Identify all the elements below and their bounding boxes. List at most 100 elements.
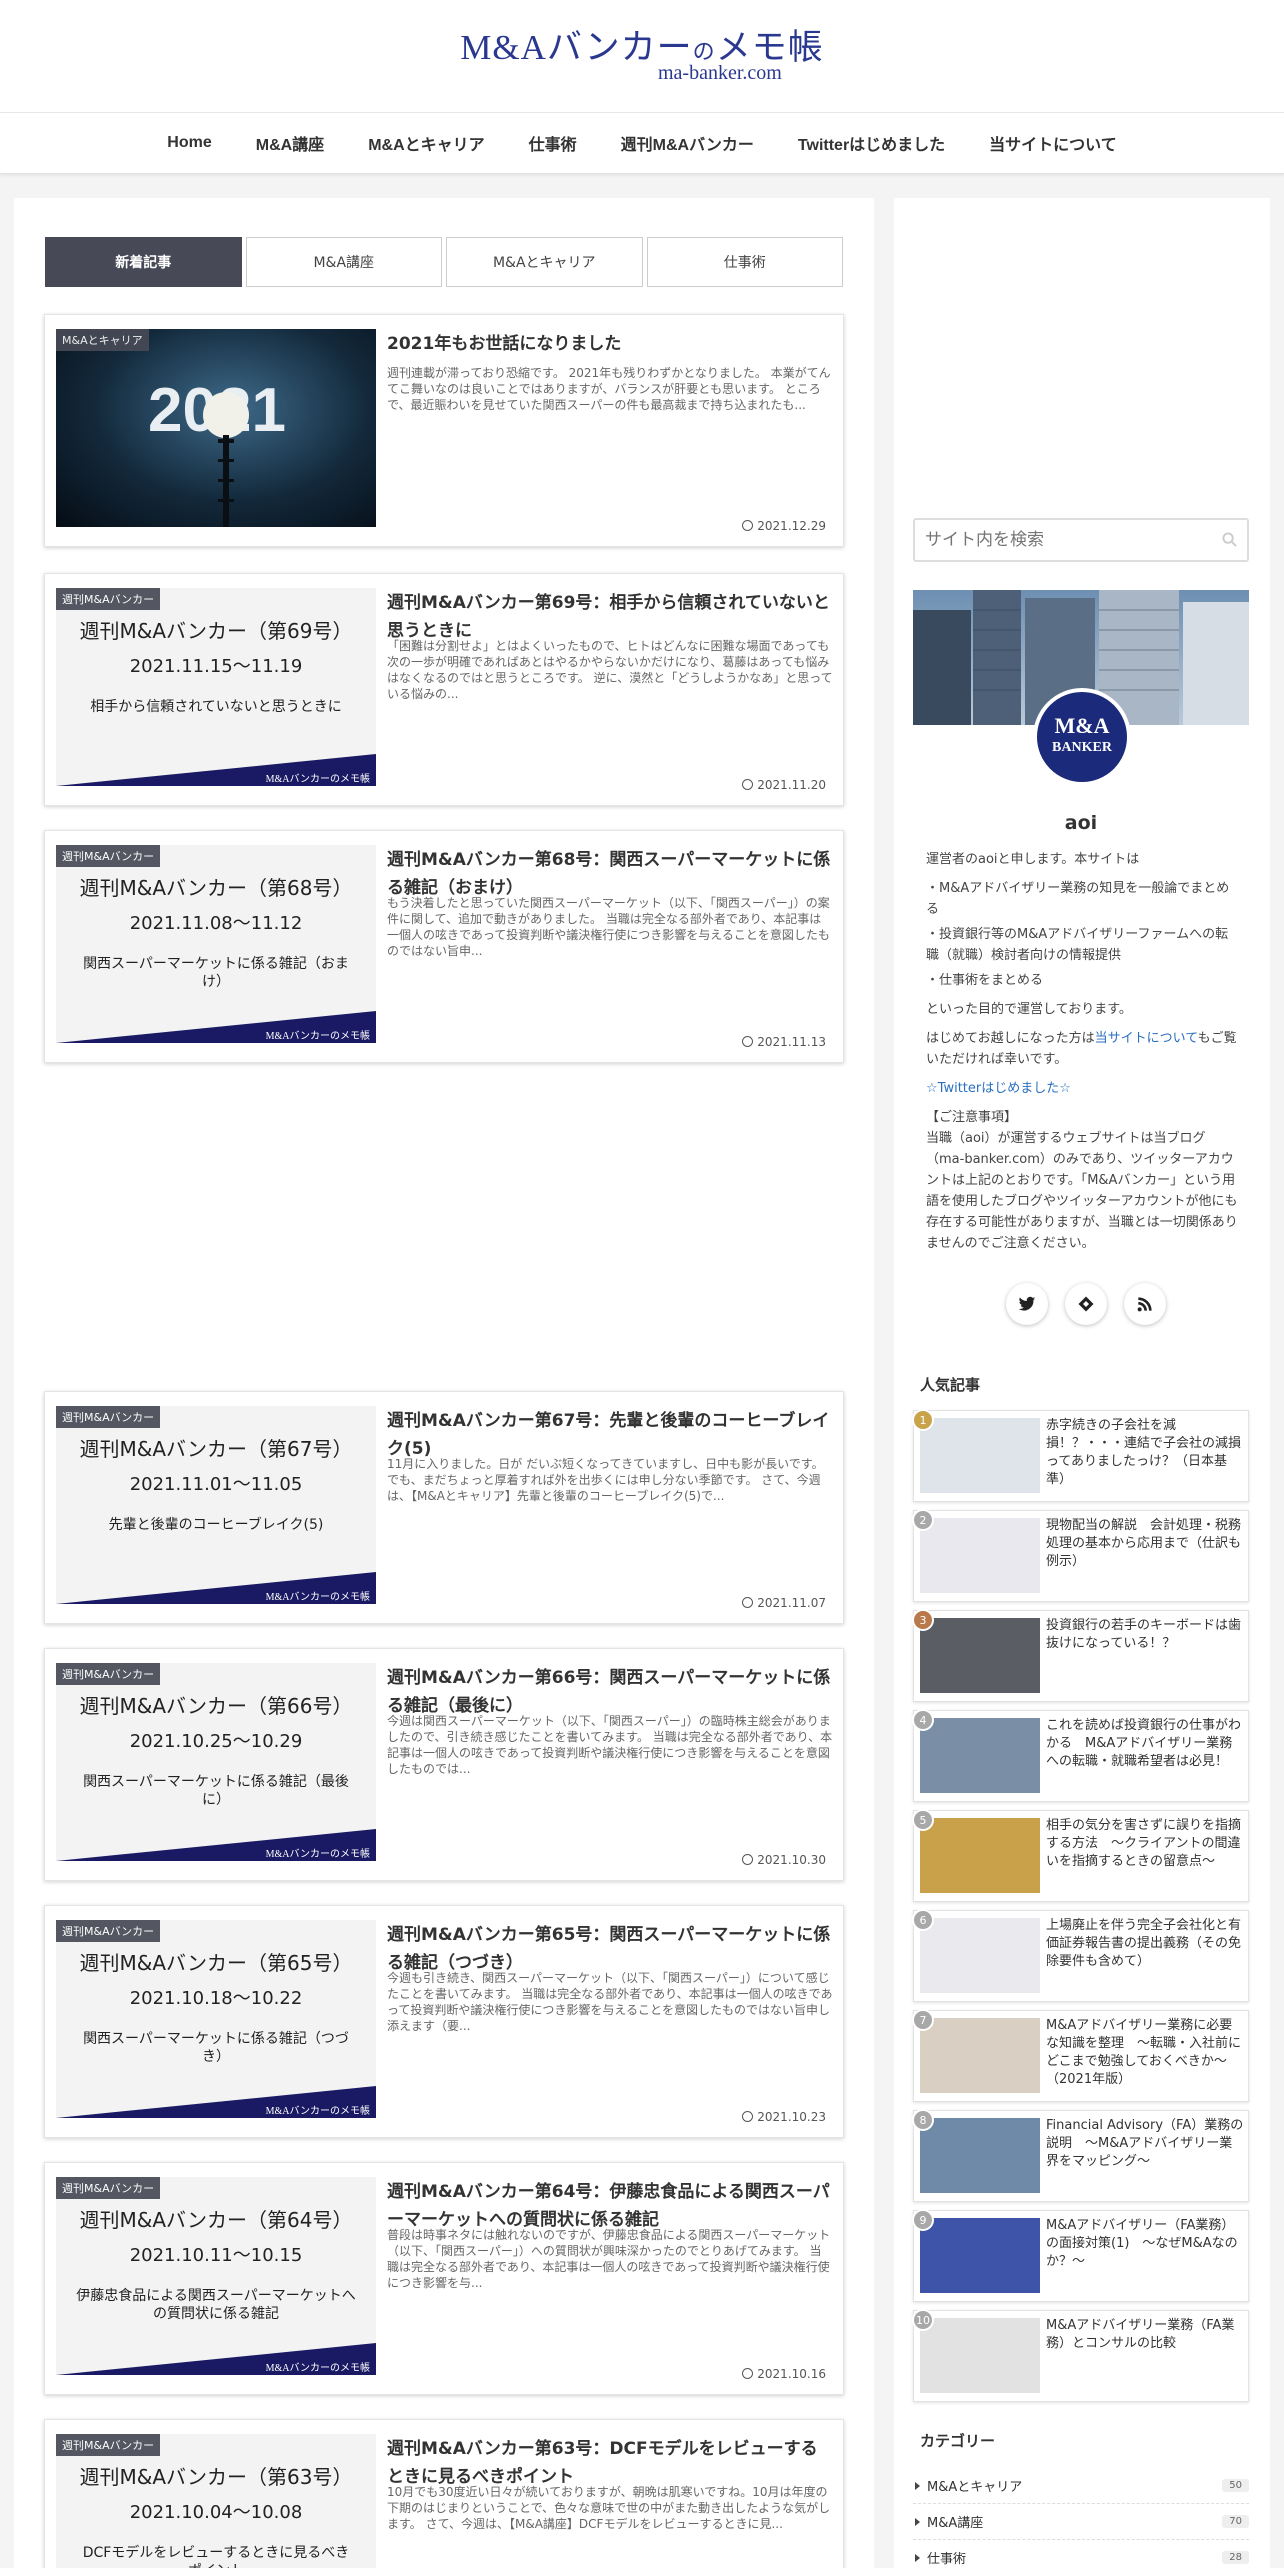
- feedly-button[interactable]: [1065, 1283, 1107, 1325]
- categories-title: カテゴリー: [920, 2432, 996, 2450]
- post-card[interactable]: 週刊M&Aバンカー 週刊M&Aバンカー（第64号） 2021.10.11～10.15…: [44, 2162, 844, 2395]
- category-label: M&Aとキャリア: [56, 329, 149, 351]
- author-name: aoi: [1064, 812, 1098, 834]
- popular-title-text[interactable]: M&Aアドバイザリー（FA業務）の面接対策(1) 〜なぜM&Aなのか？〜: [1046, 2217, 1244, 2271]
- post-thumbnail[interactable]: M&Aとキャリア 2021: [56, 329, 376, 527]
- post-title[interactable]: 週刊M&Aバンカー第63号：DCFモデルをレビューするときに見るべきポイント: [387, 2435, 833, 2491]
- post-title[interactable]: 週刊M&Aバンカー第68号：関西スーパーマーケットに係る雑記（おまけ）: [387, 846, 833, 902]
- nav-twitter[interactable]: Twitterはじめました: [776, 131, 967, 155]
- search-input[interactable]: [915, 520, 1195, 560]
- twitter-icon: [1018, 1296, 1036, 1311]
- post-title[interactable]: 週刊M&Aバンカー第64号：伊藤忠食品による関西スーパーマーケットへの質問状に係…: [387, 2178, 833, 2234]
- popular-item[interactable]: 5 相手の気分を害さずに誤りを指摘する方法 〜クライアントの間違いを指摘するときの…: [912, 1809, 1249, 1902]
- popular-title: 人気記事: [920, 1376, 981, 1394]
- popular-thumbnail[interactable]: [920, 1718, 1040, 1793]
- post-card[interactable]: 週刊M&Aバンカー 週刊M&Aバンカー（第65号） 2021.10.18～10.22…: [44, 1905, 844, 2138]
- thumb-topic: 伊藤忠食品による関西スーパーマーケットへの質問状に係る雑記: [76, 2288, 356, 2322]
- popular-thumbnail[interactable]: [920, 2318, 1040, 2393]
- post-thumbnail[interactable]: 週刊M&Aバンカー 週刊M&Aバンカー（第64号） 2021.10.11～10.15…: [56, 2177, 376, 2375]
- post-card[interactable]: 週刊M&Aバンカー 週刊M&Aバンカー（第69号） 2021.11.15～11.19…: [44, 573, 844, 806]
- popular-item[interactable]: 8 Financial Advisory（FA）業務の説明 〜M&Aアドバイザリー…: [912, 2109, 1249, 2202]
- post-title[interactable]: 週刊M&Aバンカー第66号：関西スーパーマーケットに係る雑記（最後に）: [387, 1664, 833, 1720]
- nav-weekly[interactable]: 週刊M&Aバンカー: [599, 131, 776, 155]
- post-thumbnail[interactable]: 週刊M&Aバンカー 週刊M&Aバンカー（第65号） 2021.10.18～10.22…: [56, 1920, 376, 2118]
- thumb-brand: M&Aバンカーのメモ帳: [265, 1849, 370, 1860]
- nav-home[interactable]: Home: [145, 134, 233, 152]
- popular-thumbnail[interactable]: [920, 1518, 1040, 1593]
- thumb-brand: M&Aバンカーのメモ帳: [265, 1592, 370, 1603]
- rss-button[interactable]: [1124, 1283, 1166, 1325]
- site-logo[interactable]: M&Aバンカーのメモ帳 ma-banker.com: [0, 26, 1284, 84]
- post-excerpt: 10月でも30度近い日々が続いておりますが、朝晩は肌寒いですね。10月は年度の下…: [387, 2485, 831, 2531]
- nav-ma-course[interactable]: M&A講座: [234, 131, 346, 155]
- thumb-brand: M&Aバンカーのメモ帳: [265, 2106, 370, 2117]
- category-label: 週刊M&Aバンカー: [56, 2434, 161, 2456]
- post-card[interactable]: 週刊M&Aバンカー 週刊M&Aバンカー（第63号） 2021.10.04～10.08…: [44, 2419, 844, 2568]
- popular-title-text[interactable]: M&Aアドバイザリー業務に必要な知識を整理 〜転職・入社前にどこまで勉強しておく…: [1046, 2017, 1244, 2089]
- thumb-brand: M&Aバンカーのメモ帳: [265, 2363, 370, 2374]
- tab-work-tips[interactable]: 仕事術: [646, 237, 843, 287]
- category-label: 週刊M&Aバンカー: [56, 1920, 161, 1942]
- post-title[interactable]: 週刊M&Aバンカー第65号：関西スーパーマーケットに係る雑記（つづき）: [387, 1921, 833, 1977]
- popular-title-text[interactable]: Financial Advisory（FA）業務の説明 〜M&Aアドバイザリー業…: [1046, 2117, 1244, 2171]
- rank-badge: 9: [912, 2209, 934, 2231]
- post-title[interactable]: 週刊M&Aバンカー第69号：相手から信頼されていないと思うときに: [387, 589, 833, 645]
- post-title[interactable]: 2021年もお世話になりました: [387, 330, 833, 358]
- category-item[interactable]: 仕事術 28: [913, 2540, 1249, 2568]
- twitter-button[interactable]: [1006, 1283, 1048, 1325]
- popular-title-text[interactable]: M&Aアドバイザリー業務（FA業務）とコンサルの比較: [1046, 2317, 1244, 2353]
- tab-ma-course[interactable]: M&A講座: [245, 237, 442, 287]
- post-thumbnail[interactable]: 週刊M&Aバンカー 週刊M&Aバンカー（第63号） 2021.10.04～10.08…: [56, 2434, 376, 2568]
- popular-title-text[interactable]: 赤字続きの子会社を減損！？・・・連結で子会社の減損ってありましたっけ？（日本基準…: [1046, 1417, 1244, 1489]
- rank-badge: 6: [912, 1909, 934, 1931]
- popular-thumbnail[interactable]: [920, 2218, 1040, 2293]
- popular-thumbnail[interactable]: [920, 1918, 1040, 1993]
- popular-item[interactable]: 10 M&Aアドバイザリー業務（FA業務）とコンサルの比較: [912, 2309, 1249, 2402]
- rank-badge: 3: [912, 1609, 934, 1631]
- popular-thumbnail[interactable]: [920, 2018, 1040, 2093]
- category-item[interactable]: M&A講座 70: [913, 2504, 1249, 2540]
- twitter-link[interactable]: ☆Twitterはじめました☆: [926, 1078, 1241, 1099]
- popular-thumbnail[interactable]: [920, 2118, 1040, 2193]
- nav-about[interactable]: 当サイトについて: [967, 131, 1139, 155]
- popular-item[interactable]: 1 赤字続きの子会社を減損！？・・・連結で子会社の減損ってありましたっけ？（日本基…: [912, 1409, 1249, 1502]
- post-thumbnail[interactable]: 週刊M&Aバンカー 週刊M&Aバンカー（第67号） 2021.11.01～11.05…: [56, 1406, 376, 1604]
- popular-thumbnail[interactable]: [920, 1618, 1040, 1693]
- about-link[interactable]: 当サイトについて: [1095, 1031, 1198, 1046]
- post-excerpt: 11月に入りました。日が だいぶ短くなってきていますし、日中も影が長いです。 で…: [387, 1457, 824, 1503]
- popular-thumbnail[interactable]: [920, 1418, 1040, 1493]
- post-thumbnail[interactable]: 週刊M&Aバンカー 週刊M&Aバンカー（第68号） 2021.11.08～11.12…: [56, 845, 376, 1043]
- popular-item[interactable]: 3 投資銀行の若手のキーボードは歯抜けになっている！？: [912, 1609, 1249, 1702]
- popular-title-text[interactable]: これを読めば投資銀行の仕事がわかる M&Aアドバイザリー業務への転職・就職希望者…: [1046, 1717, 1244, 1771]
- search-box: [913, 518, 1249, 562]
- post-date: 2021.10.23: [742, 2110, 826, 2124]
- author-bio: 運営者のaoiと申します。本サイトは ・M&Aアドバイザリー業務の知見を一般論で…: [926, 849, 1241, 1262]
- post-card[interactable]: M&Aとキャリア 2021 2021年もお世話になりました 週刊連載が滞っており…: [44, 314, 844, 547]
- popular-thumbnail[interactable]: [920, 1818, 1040, 1893]
- post-date: 2021.11.07: [742, 1596, 826, 1610]
- rank-badge: 1: [912, 1409, 934, 1431]
- popular-item[interactable]: 6 上場廃止を伴う完全子会社化と有価証券報告書の提出義務（その免除要件も含めて）: [912, 1909, 1249, 2002]
- post-card[interactable]: 週刊M&Aバンカー 週刊M&Aバンカー（第68号） 2021.11.08～11.12…: [44, 830, 844, 1063]
- popular-item[interactable]: 4 これを読めば投資銀行の仕事がわかる M&Aアドバイザリー業務への転職・就職希望…: [912, 1709, 1249, 1802]
- popular-item[interactable]: 9 M&Aアドバイザリー（FA業務）の面接対策(1) 〜なぜM&Aなのか？〜: [912, 2209, 1249, 2302]
- search-icon[interactable]: [1222, 532, 1237, 547]
- popular-title-text[interactable]: 相手の気分を害さずに誤りを指摘する方法 〜クライアントの間違いを指摘するときの留…: [1046, 1817, 1244, 1871]
- post-thumbnail[interactable]: 週刊M&Aバンカー 週刊M&Aバンカー（第69号） 2021.11.15～11.19…: [56, 588, 376, 786]
- tab-new[interactable]: 新着記事: [45, 237, 242, 287]
- category-item[interactable]: M&Aとキャリア 50: [913, 2468, 1249, 2504]
- popular-title-text[interactable]: 現物配当の解説 会計処理・税務処理の基本から応用まで（仕訳も例示）: [1046, 1517, 1244, 1571]
- post-card[interactable]: 週刊M&Aバンカー 週刊M&Aバンカー（第67号） 2021.11.01～11.05…: [44, 1391, 844, 1624]
- post-card[interactable]: 週刊M&Aバンカー 週刊M&Aバンカー（第66号） 2021.10.25～10.29…: [44, 1648, 844, 1881]
- nav-work-tips[interactable]: 仕事術: [507, 131, 599, 155]
- popular-item[interactable]: 2 現物配当の解説 会計処理・税務処理の基本から応用まで（仕訳も例示）: [912, 1509, 1249, 1602]
- nav-ma-career[interactable]: M&Aとキャリア: [346, 131, 506, 155]
- category-label: 週刊M&Aバンカー: [56, 1406, 161, 1428]
- popular-title-text[interactable]: 上場廃止を伴う完全子会社化と有価証券報告書の提出義務（その免除要件も含めて）: [1046, 1917, 1244, 1971]
- tab-ma-career[interactable]: M&Aとキャリア: [446, 237, 643, 287]
- post-thumbnail[interactable]: 週刊M&Aバンカー 週刊M&Aバンカー（第66号） 2021.10.25～10.29…: [56, 1663, 376, 1861]
- popular-item[interactable]: 7 M&Aアドバイザリー業務に必要な知識を整理 〜転職・入社前にどこまで勉強してお…: [912, 2009, 1249, 2102]
- thumb-issue: 週刊M&Aバンカー（第63号）: [79, 2465, 353, 2489]
- popular-title-text[interactable]: 投資銀行の若手のキーボードは歯抜けになっている！？: [1046, 1617, 1244, 1653]
- post-title[interactable]: 週刊M&Aバンカー第67号：先輩と後輩のコーヒーブレイク(5): [387, 1407, 833, 1463]
